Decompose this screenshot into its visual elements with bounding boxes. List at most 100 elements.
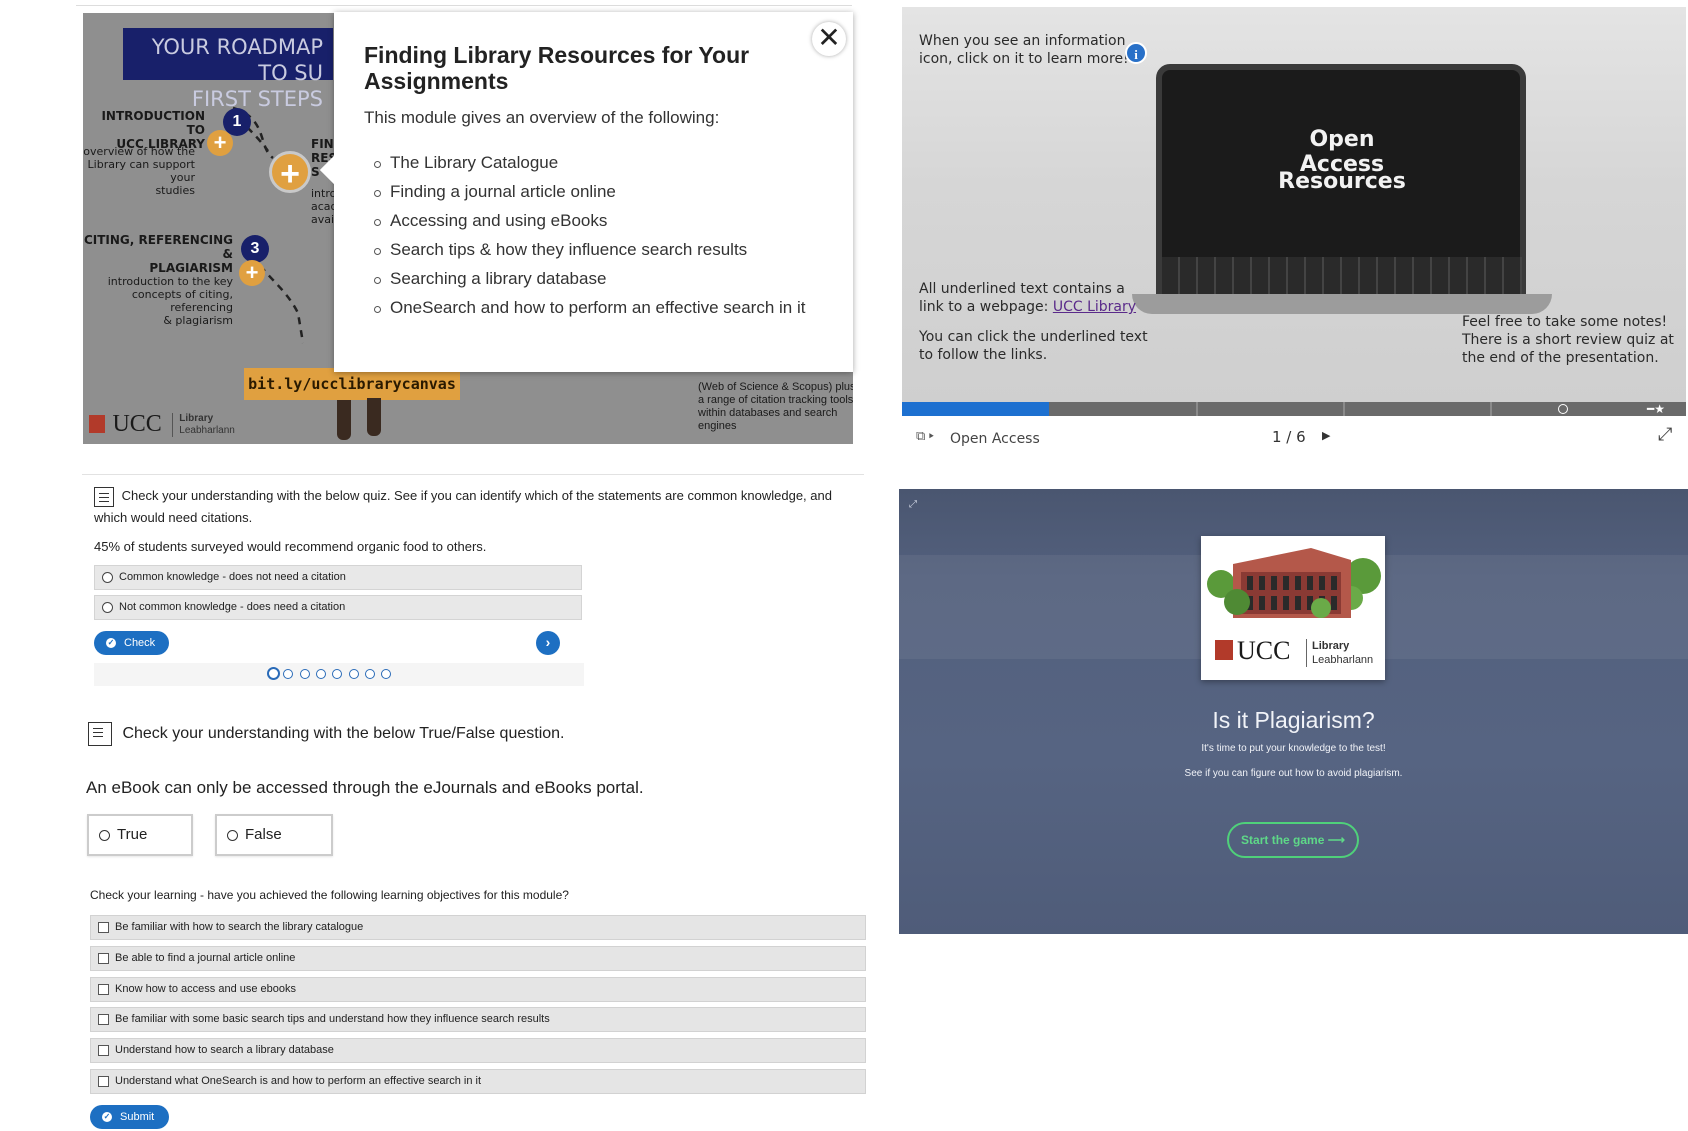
logo-library-line2: Leabharlann bbox=[1312, 654, 1374, 666]
lo-question: Check your learning - have you achieved … bbox=[90, 888, 569, 902]
slide-title-line2: Resources bbox=[1278, 169, 1406, 194]
laptop-keyboard-image bbox=[1162, 257, 1522, 295]
notes-hint-text: Feel free to take some notes! There is a… bbox=[1462, 313, 1674, 367]
checkbox-icon[interactable] bbox=[98, 1014, 109, 1025]
progress-marker-icon[interactable] bbox=[1558, 404, 1568, 414]
ucc-library-logo: UCC Library Leabharlann bbox=[89, 411, 235, 438]
false-option-button[interactable]: False bbox=[215, 814, 333, 856]
lo-checkbox-item[interactable]: Understand how to search a library datab… bbox=[90, 1038, 866, 1063]
presentation-progress-bar[interactable]: ━★ bbox=[902, 402, 1686, 416]
submit-button[interactable]: ✓ Submit bbox=[90, 1105, 169, 1129]
presentation-toolbar: ⧉ ▸ Open Access 1 / 6 ▶ ⤢ bbox=[902, 416, 1686, 452]
ucc-crest-icon bbox=[1215, 640, 1233, 660]
roadmap-url-banner: bit.ly/ucclibrarycanvas bbox=[244, 368, 460, 400]
figure-leg-icon bbox=[337, 400, 351, 440]
lo-item-label: Be familiar with some basic search tips … bbox=[115, 1013, 550, 1025]
check-button[interactable]: ✓ Check bbox=[94, 631, 169, 655]
slides-menu-icon[interactable]: ⧉ ▸ bbox=[916, 428, 934, 444]
quiz-page-dot[interactable] bbox=[267, 667, 280, 680]
checkbox-icon[interactable] bbox=[98, 984, 109, 995]
modal-topic-item: Search tips & how they influence search … bbox=[374, 239, 805, 268]
true-option-label: True bbox=[117, 826, 148, 843]
notes-hint-line2: There is a short review quiz at bbox=[1462, 332, 1674, 348]
radio-icon bbox=[227, 830, 238, 841]
lo-checkbox-item[interactable]: Know how to access and use ebooks bbox=[90, 977, 866, 1002]
checkbox-icon[interactable] bbox=[98, 922, 109, 933]
quiz-page-dot[interactable] bbox=[299, 669, 310, 679]
logo-ucc-text: UCC bbox=[112, 411, 162, 437]
lo-checkbox-item[interactable]: Understand what OneSearch is and how to … bbox=[90, 1069, 866, 1094]
checkbox-icon[interactable] bbox=[98, 1045, 109, 1056]
progress-fill bbox=[902, 402, 1049, 416]
step1-desc-line1: overview of how the bbox=[83, 145, 195, 158]
quiz-page-dot[interactable] bbox=[348, 669, 359, 679]
progress-segment-divider bbox=[1343, 402, 1345, 416]
step3-plus-icon[interactable]: + bbox=[239, 260, 265, 286]
modal-topic-item: OneSearch and how to perform an effectiv… bbox=[374, 297, 805, 326]
lo-checkbox-item[interactable]: Be familiar with how to search the libra… bbox=[90, 915, 866, 940]
info-hint-line1: When you see an information bbox=[919, 33, 1126, 49]
ucc-library-link[interactable]: UCC Library bbox=[1053, 299, 1136, 315]
radio-icon[interactable] bbox=[102, 602, 113, 613]
step1-plus-icon[interactable]: + bbox=[207, 130, 233, 156]
ucc-crest-icon bbox=[89, 415, 105, 433]
progress-star-icon[interactable]: ━★ bbox=[1647, 402, 1665, 416]
modal-title: Finding Library Resources for Your Assig… bbox=[364, 42, 750, 94]
step3-title-line1: CITING, REFERENCING & bbox=[83, 233, 233, 261]
radio-icon[interactable] bbox=[102, 572, 113, 583]
expand-icon[interactable]: ⤢ bbox=[909, 499, 917, 510]
close-icon[interactable]: ✕ bbox=[812, 22, 846, 56]
false-option-label: False bbox=[245, 826, 282, 843]
checkbox-icon[interactable] bbox=[98, 1076, 109, 1087]
quiz-page-dot[interactable] bbox=[381, 669, 392, 679]
check-icon: ✓ bbox=[102, 1112, 112, 1122]
quiz-page-dot[interactable] bbox=[332, 669, 343, 679]
lo-checkbox-item[interactable]: Be familiar with some basic search tips … bbox=[90, 1007, 866, 1032]
step1-title-line1: INTRODUCTION TO bbox=[101, 109, 205, 137]
roadmap-panel: YOUR ROADMAP TO SU FIRST STEPS INTRODUCT… bbox=[76, 5, 853, 444]
progress-segment-divider bbox=[1196, 402, 1198, 416]
fullscreen-icon[interactable]: ⤢ bbox=[1658, 424, 1672, 445]
step1-desc-line3: studies bbox=[155, 184, 195, 197]
start-game-button[interactable]: Start the game ⟶ bbox=[1227, 822, 1359, 858]
logo-library-line1: Library bbox=[1312, 640, 1350, 652]
module-overview-modal: ✕ Finding Library Resources for Your Ass… bbox=[319, 12, 853, 372]
roadmap-right-text: (Web of Science & Scopus) plus a range o… bbox=[698, 381, 853, 432]
true-option-button[interactable]: True bbox=[87, 814, 193, 856]
laptop-base-image bbox=[1132, 294, 1552, 314]
next-slide-icon[interactable]: ▶ bbox=[1322, 429, 1330, 442]
info-icon[interactable]: i bbox=[1125, 42, 1147, 64]
step2-plus-icon[interactable]: + bbox=[269, 151, 311, 193]
page-indicator: 1 / 6 bbox=[1272, 428, 1306, 446]
underline-hint-line1: All underlined text contains a bbox=[919, 281, 1125, 297]
next-question-button[interactable]: › bbox=[536, 631, 560, 655]
click-hint-line1: You can click the underlined text bbox=[919, 329, 1148, 345]
step3-desc-line3: & plagiarism bbox=[163, 314, 233, 327]
game-title: Is it Plagiarism? bbox=[1212, 707, 1375, 733]
quiz-option-label: Common knowledge - does not need a citat… bbox=[119, 571, 346, 583]
notes-hint-line3: the end of the presentation. bbox=[1462, 350, 1659, 366]
checkbox-icon[interactable] bbox=[98, 953, 109, 964]
step3-number: 3 bbox=[241, 235, 269, 263]
quiz-option[interactable]: Common knowledge - does not need a citat… bbox=[94, 565, 582, 590]
quiz-option[interactable]: Not common knowledge - does need a citat… bbox=[94, 595, 582, 620]
game-subtitle: See if you can figure out how to avoid p… bbox=[1184, 768, 1403, 779]
radio-icon bbox=[99, 830, 110, 841]
quiz-page-dot[interactable] bbox=[364, 669, 375, 679]
learning-objectives-checklist: Check your learning - have you achieved … bbox=[88, 886, 866, 1131]
notes-hint-line1: Feel free to take some notes! bbox=[1462, 314, 1668, 330]
step1-description: overview of how the Library can support … bbox=[83, 145, 195, 197]
quiz-option-label: Not common knowledge - does need a citat… bbox=[119, 601, 346, 613]
quiz-page-dot[interactable] bbox=[315, 669, 326, 679]
logo-ucc-text: UCC bbox=[1237, 636, 1291, 665]
modal-topic-list: The Library Catalogue Finding a journal … bbox=[374, 152, 805, 326]
modal-topic-item: Finding a journal article online bbox=[374, 181, 805, 210]
lo-checkbox-item[interactable]: Be able to find a journal article online bbox=[90, 946, 866, 971]
info-hint-line2: icon, click on it to learn more! bbox=[919, 51, 1129, 67]
logo-library-line2: Leabharlann bbox=[179, 425, 235, 436]
step3-title-line2: PLAGIARISM bbox=[149, 261, 233, 275]
quiz-pagination bbox=[94, 663, 584, 686]
quiz-page-dot[interactable] bbox=[283, 669, 294, 679]
tf-question: An eBook can only be accessed through th… bbox=[86, 778, 644, 797]
game-subtitle: It's time to put your knowledge to the t… bbox=[1201, 743, 1386, 754]
